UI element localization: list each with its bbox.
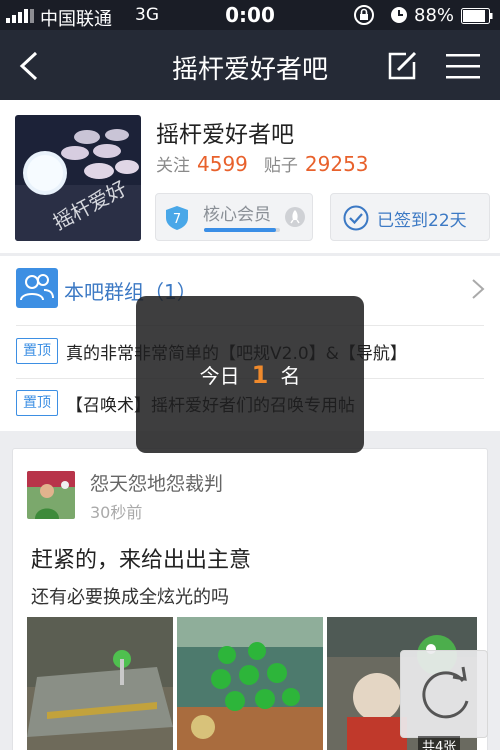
post-time: 30秒前 — [90, 503, 143, 522]
follow-count: 4599 — [197, 152, 248, 176]
member-level-badge[interactable]: 7 核心会员 — [155, 193, 313, 241]
nav-bar: 摇杆爱好者吧 — [0, 30, 500, 100]
image-count-badge: 共4张 — [418, 736, 461, 750]
refresh-icon — [422, 666, 469, 719]
page-title: 摇杆爱好者吧 — [171, 55, 328, 85]
follow-label: 关注 — [156, 156, 190, 176]
post-title: 赶紧的，来给出出主意 — [31, 548, 252, 573]
forum-header: 摇杆爱好 摇杆爱好者吧 关注 4599 贴子 29253 7 核心会员 已签到22天 — [0, 100, 500, 253]
pinned-tag: 置顶 — [16, 390, 58, 416]
signin-label: 已签到22天 — [377, 211, 467, 231]
pinned-tag: 置顶 — [16, 338, 58, 364]
rank-toast: 今日 1 名 — [136, 296, 364, 453]
refresh-button[interactable] — [400, 650, 488, 738]
menu-icon[interactable] — [446, 52, 480, 80]
forum-name: 摇杆爱好者吧 — [156, 122, 294, 148]
edit-icon[interactable] — [386, 50, 418, 82]
battery-icon — [461, 8, 493, 24]
forum-avatar: 摇杆爱好 — [15, 115, 141, 241]
rotation-lock-icon — [354, 5, 374, 25]
rocket-icon — [285, 207, 305, 227]
level-progress-bar — [204, 228, 280, 232]
level-shield-icon: 7 — [166, 206, 188, 230]
rank-number: 1 — [251, 361, 269, 389]
rank-message: 今日 1 名 — [136, 360, 364, 389]
toast-prefix: 今日 — [199, 364, 240, 388]
user-avatar[interactable] — [27, 471, 75, 519]
level-progress-fill — [204, 228, 277, 232]
posts-count: 29253 — [304, 152, 369, 176]
level-number: 7 — [173, 212, 181, 227]
battery-percent: 88% — [414, 5, 455, 26]
status-bar: 中国联通 3G 0:00 88% — [0, 0, 500, 30]
post-author[interactable]: 怨天怨地怨裁判 — [90, 469, 223, 496]
alarm-icon — [391, 7, 407, 23]
member-title: 核心会员 — [203, 205, 271, 225]
post-image[interactable] — [177, 617, 323, 750]
posts-label: 贴子 — [263, 156, 298, 176]
post-body: 还有必要换成全炫光的吗 — [31, 587, 229, 608]
check-circle-icon — [343, 205, 369, 231]
signin-button[interactable]: 已签到22天 — [330, 193, 490, 241]
toast-suffix: 名 — [280, 364, 301, 388]
forum-stats: 关注 4599 贴子 29253 — [156, 151, 385, 176]
post-image[interactable] — [27, 617, 173, 750]
group-icon — [16, 268, 58, 308]
chevron-right-icon — [472, 279, 485, 299]
